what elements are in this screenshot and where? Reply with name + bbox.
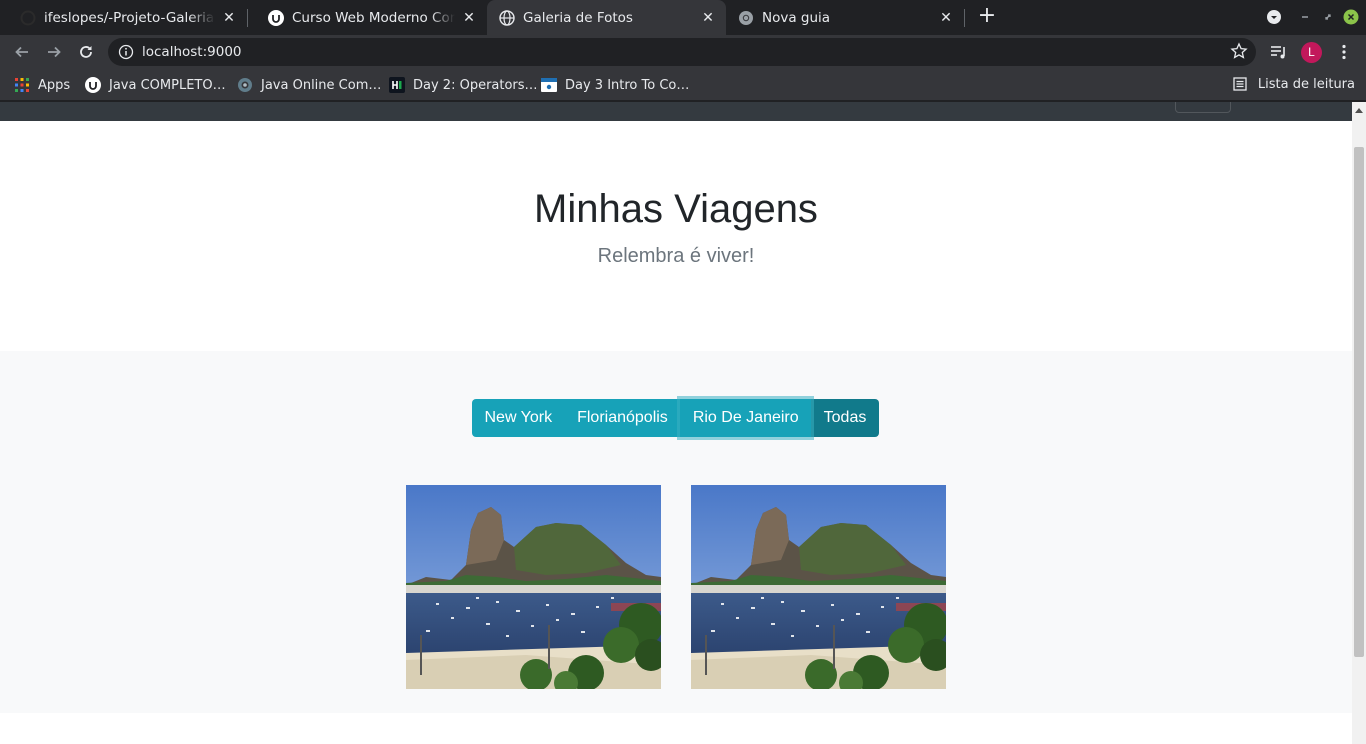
page-subtitle: Relembra é viver! (597, 245, 755, 267)
udemy-icon (85, 77, 101, 93)
rio-de-janeiro-photo (691, 485, 946, 689)
forward-icon[interactable] (42, 40, 66, 64)
hackerrank-icon (389, 77, 405, 93)
filter-rio-de-janeiro-button[interactable]: Rio De Janeiro (680, 399, 812, 437)
reload-icon[interactable] (74, 40, 98, 64)
page-icon (541, 77, 557, 93)
rio-de-janeiro-photo (406, 485, 661, 689)
gallery-photo[interactable] (406, 485, 661, 689)
bookmark-apps[interactable]: Apps (14, 76, 70, 94)
url-text: localhost:9000 (142, 44, 242, 60)
filter-new-york-button[interactable]: New York (472, 399, 565, 437)
tab-strip: ifeslopes/-Projeto-Galeria: Pr ✕ Curso W… (0, 0, 1366, 35)
site-navbar (0, 102, 1352, 121)
tab-nova-guia[interactable]: Nova guia ✕ (726, 0, 964, 35)
page-title: Minhas Viagens (534, 187, 818, 231)
new-tab-button[interactable]: + (976, 5, 998, 29)
profile-avatar[interactable]: L (1301, 42, 1322, 63)
site-info-icon[interactable] (118, 44, 134, 65)
reading-list-button[interactable]: Lista de leitura (1233, 76, 1355, 92)
tab-github[interactable]: ifeslopes/-Projeto-Galeria: Pr ✕ (0, 0, 247, 35)
navbar-toggler-button[interactable] (1175, 102, 1231, 113)
close-icon[interactable]: ✕ (700, 10, 716, 26)
address-bar[interactable]: localhost:9000 (108, 38, 1256, 66)
tab-divider (964, 9, 965, 27)
apps-grid-icon (14, 77, 30, 93)
gallery-section: New York Florianópolis Rio De Janeiro To… (0, 351, 1352, 713)
globe-icon (499, 9, 515, 26)
menu-kebab-icon[interactable] (1332, 40, 1356, 64)
hero-section: Minhas Viagens Relembra é viver! (0, 121, 1352, 351)
scroll-up-arrow-icon[interactable] (1355, 108, 1363, 113)
tab-title: Nova guia (762, 9, 831, 26)
back-icon[interactable] (10, 40, 34, 64)
bookmarks-bar: Apps Java COMPLETO… Java Online Com… Day… (0, 69, 1366, 101)
bookmark-label: Java Online Com… (261, 77, 382, 93)
restore-icon[interactable] (1319, 8, 1337, 26)
bookmark-day-2-operators[interactable]: Day 2: Operators… (389, 76, 538, 94)
minimize-icon[interactable] (1296, 8, 1314, 26)
reading-list-icon (1233, 76, 1249, 92)
bookmark-label: Day 3 Intro To Co… (565, 77, 690, 93)
reading-list-label: Lista de leitura (1257, 76, 1355, 92)
filter-todas-button[interactable]: Todas (811, 399, 879, 437)
close-icon[interactable]: ✕ (461, 10, 477, 26)
close-icon[interactable]: ✕ (221, 10, 237, 26)
window-close-icon[interactable] (1342, 8, 1360, 26)
page-viewport: Minhas Viagens Relembra é viver! New Yor… (0, 102, 1366, 744)
udemy-icon (268, 9, 284, 26)
close-icon[interactable]: ✕ (938, 10, 954, 26)
page-footer-area (0, 713, 1352, 744)
bookmark-day-3-intro[interactable]: Day 3 Intro To Co… (541, 76, 689, 94)
gallery-photo[interactable] (691, 485, 946, 689)
bookmark-java-online[interactable]: Java Online Com… (237, 76, 381, 94)
filter-florianopolis-button[interactable]: Florianópolis (564, 399, 681, 437)
tab-title: Galeria de Fotos (523, 9, 633, 26)
bookmark-java-completo[interactable]: Java COMPLETO… (85, 76, 226, 94)
tab-search-icon[interactable] (1265, 8, 1283, 26)
github-icon (20, 10, 36, 26)
tab-title: Curso Web Moderno Complet (292, 9, 455, 26)
compiler-icon (237, 77, 253, 93)
tab-galeria-de-fotos[interactable]: Galeria de Fotos ✕ (487, 0, 726, 35)
filter-button-group: New York Florianópolis Rio De Janeiro To… (472, 399, 879, 437)
media-queue-icon[interactable] (1267, 40, 1291, 64)
bookmark-label: Java COMPLETO… (109, 77, 226, 93)
scrollbar-thumb[interactable] (1354, 147, 1364, 657)
page-scrollbar[interactable] (1352, 102, 1366, 744)
tab-udemy[interactable]: Curso Web Moderno Complet ✕ (248, 0, 487, 35)
tab-title: ifeslopes/-Projeto-Galeria: Pr (44, 9, 215, 26)
bookmark-label: Day 2: Operators… (413, 77, 538, 93)
bookmark-label: Apps (38, 77, 71, 93)
bookmark-star-icon[interactable] (1230, 42, 1248, 65)
chrome-icon (738, 10, 754, 26)
browser-toolbar: localhost:9000 L (0, 35, 1366, 69)
